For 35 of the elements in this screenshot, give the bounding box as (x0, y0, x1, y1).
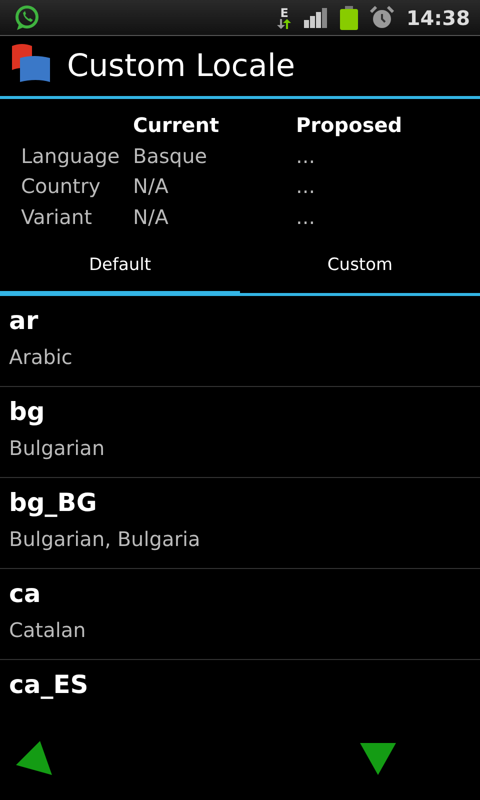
row-label: Variant (21, 204, 93, 230)
locale-name: Arabic (9, 345, 74, 369)
locale-list-item[interactable]: bg Bulgarian (0, 387, 480, 478)
locale-name: Bulgarian (9, 436, 106, 460)
locale-code: bg_BG (9, 488, 98, 517)
proposed-value: ... (296, 204, 316, 230)
locale-code: ca_ES (9, 670, 90, 699)
row-label: Country (21, 174, 102, 200)
chat-app-icon (14, 4, 40, 30)
row-label: Language (21, 144, 121, 170)
current-value: N/A (133, 174, 170, 200)
tab[interactable]: Custom (240, 233, 480, 293)
current-value: N/A (133, 204, 170, 230)
down-arrow-button[interactable] (360, 743, 396, 775)
locale-code: bg (9, 397, 46, 426)
locale-code: ca (9, 579, 42, 608)
left-arrow-button[interactable] (16, 741, 52, 777)
tab[interactable]: Default (0, 233, 240, 296)
column-header: Current (133, 113, 220, 139)
proposed-value: ... (296, 174, 316, 200)
proposed-value: ... (296, 144, 316, 170)
column-header: Proposed (296, 113, 404, 139)
alarm-clock-icon (370, 6, 394, 30)
current-value: Basque (133, 144, 208, 170)
locale-name: Bulgarian, Bulgaria (9, 527, 202, 551)
network-indicator: E (276, 6, 292, 28)
locale-list-item[interactable]: ar Arabic (0, 296, 480, 387)
battery-icon (340, 6, 358, 30)
app-title: Custom Locale (67, 48, 296, 84)
locale-list-item[interactable]: ca Catalan (0, 569, 480, 660)
signal-icon (304, 8, 328, 28)
clock-time: 14:38 (406, 6, 470, 30)
locale-list-item[interactable]: bg_BG Bulgarian, Bulgaria (0, 478, 480, 569)
locale-name: Catalan (9, 618, 87, 642)
locale-code: ar (9, 306, 40, 335)
